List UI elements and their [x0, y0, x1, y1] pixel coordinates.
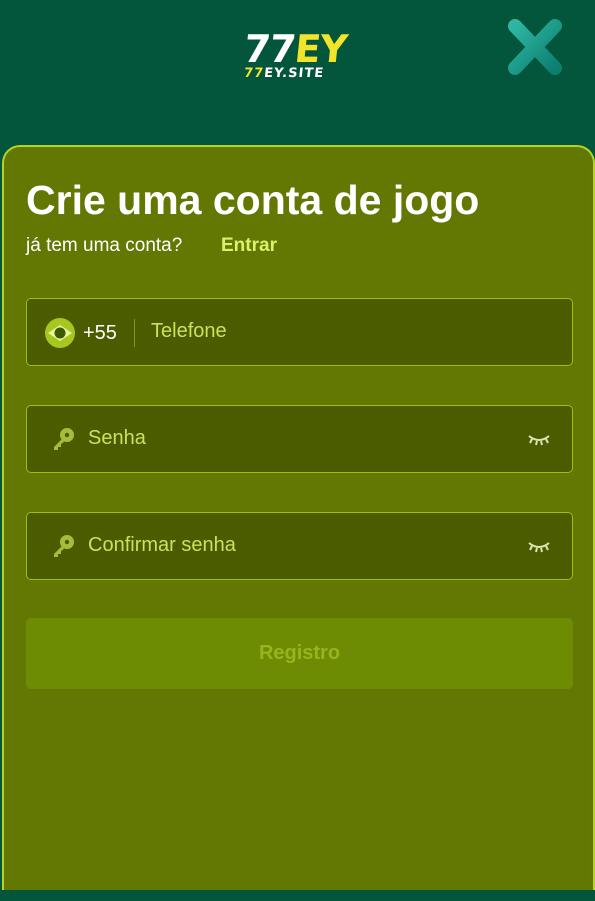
key-icon: [54, 535, 74, 557]
password-input[interactable]: [88, 406, 508, 471]
bottom-strip: [0, 890, 595, 901]
country-code[interactable]: +55: [83, 321, 117, 345]
close-icon: [508, 19, 562, 75]
field-divider: [134, 319, 135, 347]
confirm-password-input[interactable]: [88, 513, 508, 578]
phone-input[interactable]: [151, 299, 551, 364]
eye-closed-icon[interactable]: [527, 537, 551, 555]
header: 77EY 77EY.SITE: [0, 0, 595, 145]
phone-field: +55: [26, 298, 573, 366]
logo-main-text: 77EY: [241, 27, 349, 71]
key-icon: [54, 428, 74, 450]
eye-closed-icon[interactable]: [527, 430, 551, 448]
password-field: [26, 405, 573, 473]
login-link[interactable]: Entrar: [221, 235, 277, 257]
confirm-password-field: [26, 512, 573, 580]
site-logo: 77EY 77EY.SITE: [241, 27, 354, 81]
page-title: Crie uma conta de jogo: [26, 177, 480, 223]
brazil-flag-icon[interactable]: [45, 318, 75, 348]
have-account-text: já tem uma conta?: [26, 235, 183, 256]
register-button[interactable]: Registro: [26, 618, 573, 689]
logo-sub-text: 77EY.SITE: [243, 66, 325, 81]
close-button[interactable]: [505, 18, 565, 78]
